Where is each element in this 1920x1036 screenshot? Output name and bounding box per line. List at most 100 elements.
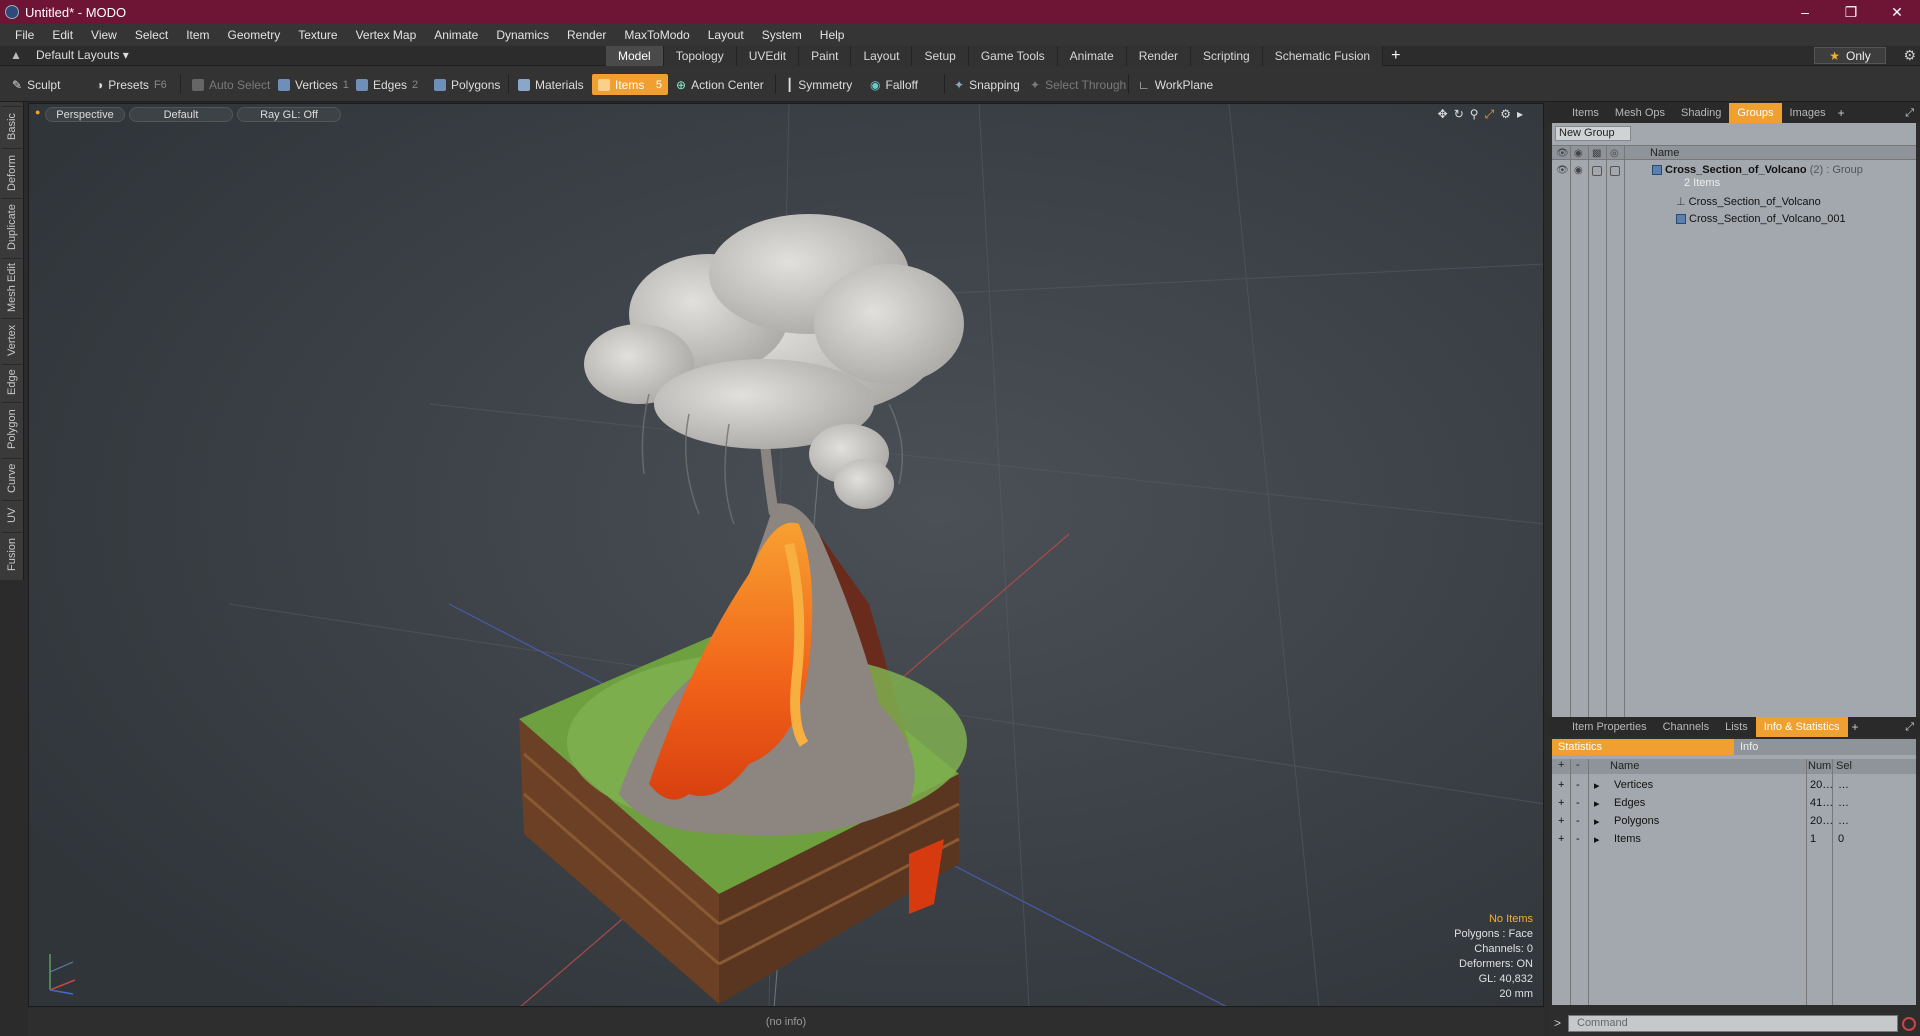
workplane-button[interactable]: ∟ WorkPlane: [1132, 74, 1219, 95]
tab-channels[interactable]: Channels: [1655, 717, 1717, 737]
select-toggle[interactable]: [1610, 166, 1620, 176]
fit-icon[interactable]: ⤢: [1485, 107, 1495, 122]
menu-layout[interactable]: Layout: [699, 28, 753, 42]
lock-toggle[interactable]: [1592, 166, 1602, 176]
tab-info-statistics[interactable]: Info & Statistics: [1755, 717, 1848, 737]
auto-select-button[interactable]: Auto Select: [186, 74, 276, 95]
tab-deform[interactable]: Deform: [2, 148, 22, 196]
expand-arrow-icon[interactable]: ▸: [1594, 833, 1600, 846]
add-panel-tab-button[interactable]: +: [1834, 106, 1849, 120]
only-button[interactable]: ★ Only: [1814, 47, 1886, 64]
tab-setup[interactable]: Setup: [912, 46, 969, 66]
menu-maxtomodo[interactable]: MaxToModo: [615, 28, 698, 42]
snapping-button[interactable]: ✦ Snapping: [948, 74, 1026, 95]
expand-arrow-icon[interactable]: ▸: [1594, 797, 1600, 810]
menu-vertex-map[interactable]: Vertex Map: [347, 28, 426, 42]
tab-schematic-fusion[interactable]: Schematic Fusion: [1262, 46, 1384, 66]
stat-row[interactable]: + - ▸ Vertices 20… …: [1552, 777, 1916, 795]
expand-arrow-icon[interactable]: ▸: [1594, 815, 1600, 828]
polygons-button[interactable]: Polygons: [428, 74, 506, 95]
tab-images[interactable]: Images: [1782, 103, 1834, 123]
remove-icon[interactable]: -: [1576, 815, 1580, 827]
tab-game-tools[interactable]: Game Tools: [968, 46, 1058, 66]
tab-item-properties[interactable]: Item Properties: [1564, 717, 1655, 737]
projection-dropdown[interactable]: Perspective: [45, 107, 125, 122]
viewport-settings-icon[interactable]: ⚙: [1500, 107, 1511, 122]
symmetry-button[interactable]: ┃ Symmetry: [780, 74, 858, 95]
tab-uv[interactable]: UV: [2, 500, 22, 530]
tab-basic[interactable]: Basic: [2, 106, 22, 146]
edges-button[interactable]: Edges 2: [350, 74, 424, 95]
3d-viewport[interactable]: ● Perspective Default Ray GL: Off ✥ ↻ ⚲ …: [28, 103, 1544, 1007]
add-icon[interactable]: +: [1558, 833, 1564, 845]
falloff-button[interactable]: ◉ Falloff: [864, 74, 924, 95]
panel-popout-icon[interactable]: ⤢: [1905, 107, 1914, 120]
layout-arrow-icon[interactable]: ▲: [10, 48, 22, 62]
statistics-subtab[interactable]: Statistics: [1552, 739, 1734, 755]
tab-shading[interactable]: Shading: [1673, 103, 1729, 123]
tab-topology[interactable]: Topology: [663, 46, 737, 66]
menu-item[interactable]: Item: [177, 28, 218, 42]
gear-icon[interactable]: ⚙: [1903, 47, 1916, 64]
group-child-row[interactable]: ⊥ Cross_Section_of_Volcano: [1552, 195, 1916, 211]
tab-fusion[interactable]: Fusion: [2, 532, 22, 576]
new-group-button[interactable]: New Group: [1555, 126, 1631, 141]
viewport-expand-icon[interactable]: ▸: [1517, 107, 1523, 122]
tab-items[interactable]: Items: [1564, 103, 1607, 123]
materials-button[interactable]: Materials: [512, 74, 590, 95]
stat-row[interactable]: + - ▸ Edges 41… …: [1552, 795, 1916, 813]
render-toggle-icon[interactable]: ◉: [1574, 165, 1583, 176]
menu-help[interactable]: Help: [811, 28, 854, 42]
sculpt-button[interactable]: ✎ Sculpt: [6, 74, 66, 95]
menu-texture[interactable]: Texture: [289, 28, 346, 42]
stat-row[interactable]: + - ▸ Items 1 0: [1552, 831, 1916, 849]
minimize-button[interactable]: –: [1782, 0, 1828, 24]
expand-arrow-icon[interactable]: ▸: [1594, 779, 1600, 792]
tab-uvedit[interactable]: UVEdit: [736, 46, 800, 66]
command-input[interactable]: Command: [1568, 1015, 1898, 1032]
remove-icon[interactable]: -: [1576, 797, 1580, 809]
group-child-row[interactable]: Cross_Section_of_Volcano_001: [1552, 213, 1916, 229]
tab-mesh-ops[interactable]: Mesh Ops: [1607, 103, 1673, 123]
remove-icon[interactable]: -: [1576, 833, 1580, 845]
tab-mesh-edit[interactable]: Mesh Edit: [2, 258, 22, 316]
menu-geometry[interactable]: Geometry: [219, 28, 290, 42]
vertices-button[interactable]: Vertices 1: [272, 74, 355, 95]
collapse-all-icon[interactable]: -: [1576, 759, 1580, 771]
menu-edit[interactable]: Edit: [43, 28, 82, 42]
close-button[interactable]: ✕: [1874, 0, 1920, 24]
rotate-icon[interactable]: ↻: [1454, 107, 1464, 122]
menu-view[interactable]: View: [82, 28, 126, 42]
maximize-button[interactable]: ❐: [1828, 0, 1874, 24]
tab-lists[interactable]: Lists: [1717, 717, 1756, 737]
viewport-menu-icon[interactable]: ●: [35, 107, 40, 117]
stat-row[interactable]: + - ▸ Polygons 20… …: [1552, 813, 1916, 831]
menu-render[interactable]: Render: [558, 28, 615, 42]
tab-polygon[interactable]: Polygon: [2, 402, 22, 456]
menu-animate[interactable]: Animate: [425, 28, 487, 42]
tab-scripting[interactable]: Scripting: [1191, 46, 1263, 66]
panel-popout-icon[interactable]: ⤢: [1905, 721, 1914, 734]
layout-selector[interactable]: Default Layouts ▾: [36, 48, 129, 62]
tab-curve[interactable]: Curve: [2, 458, 22, 498]
tab-model[interactable]: Model: [606, 46, 664, 66]
zoom-icon[interactable]: ⚲: [1470, 107, 1479, 122]
tab-groups[interactable]: Groups: [1729, 103, 1782, 123]
action-center-button[interactable]: ⊕ Action Center: [670, 74, 770, 95]
menu-file[interactable]: File: [6, 28, 43, 42]
menu-dynamics[interactable]: Dynamics: [487, 28, 558, 42]
add-icon[interactable]: +: [1558, 779, 1564, 791]
add-icon[interactable]: +: [1558, 815, 1564, 827]
tab-paint[interactable]: Paint: [799, 46, 852, 66]
menu-select[interactable]: Select: [126, 28, 177, 42]
add-panel-tab-button[interactable]: +: [1848, 720, 1863, 734]
select-through-button[interactable]: ✦ Select Through: [1024, 74, 1132, 95]
add-tab-button[interactable]: +: [1383, 46, 1408, 66]
remove-icon[interactable]: -: [1576, 779, 1580, 791]
expand-all-icon[interactable]: +: [1558, 759, 1564, 771]
tab-animate[interactable]: Animate: [1057, 46, 1127, 66]
tab-vertex[interactable]: Vertex: [2, 318, 22, 362]
tab-duplicate[interactable]: Duplicate: [2, 198, 22, 256]
presets-button[interactable]: ◑ Presets F6: [90, 74, 173, 95]
menu-system[interactable]: System: [753, 28, 811, 42]
